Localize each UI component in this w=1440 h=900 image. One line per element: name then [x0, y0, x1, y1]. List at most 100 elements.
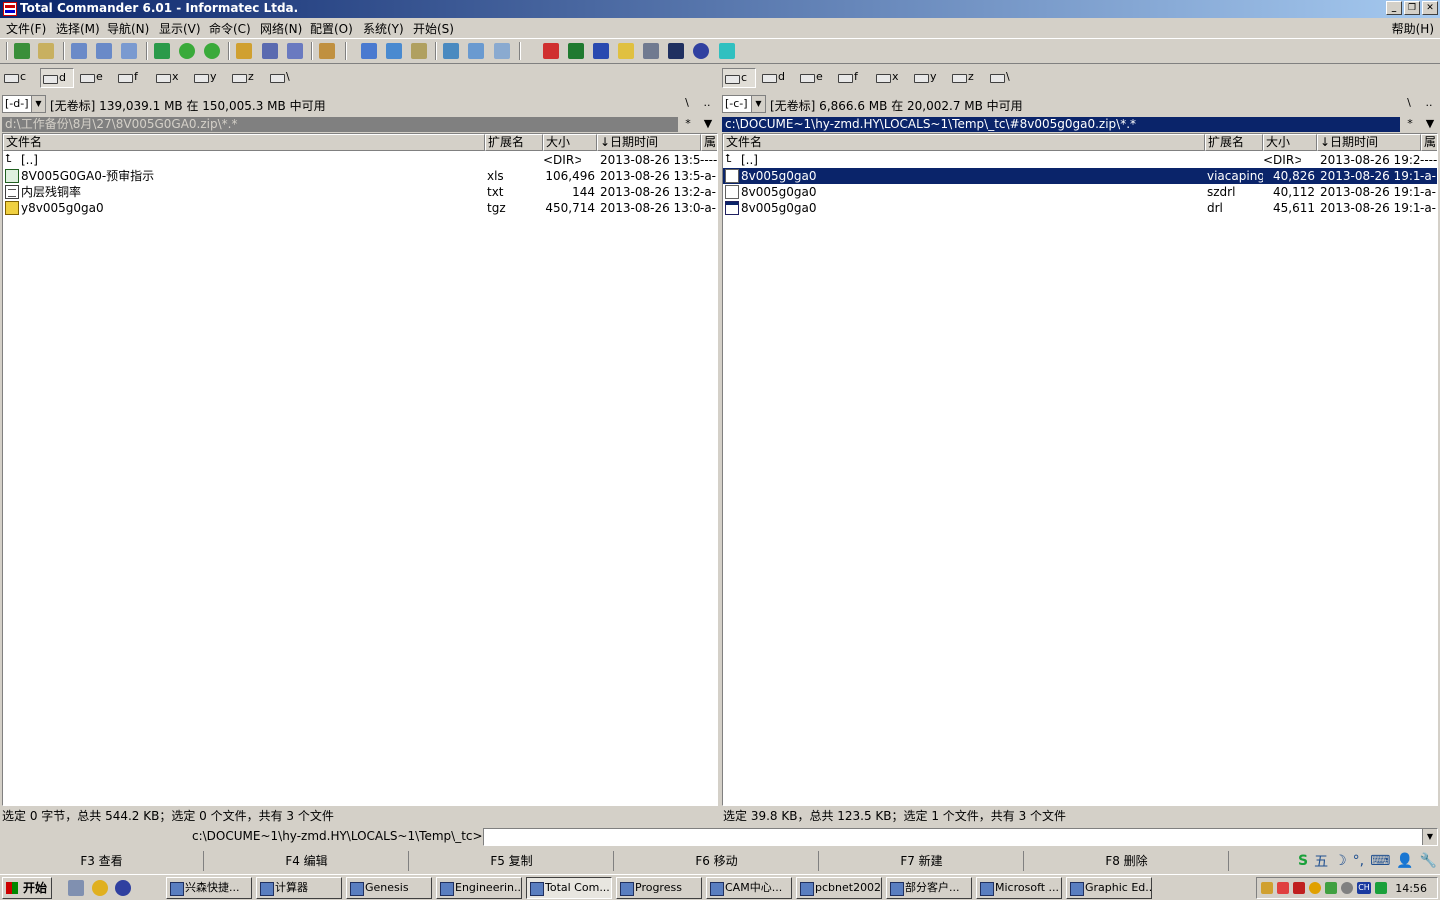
disk-icon[interactable]: [38, 43, 54, 59]
show-desktop-icon[interactable]: [68, 880, 84, 896]
genesis-icon[interactable]: [693, 43, 709, 59]
f7-new-folder-button[interactable]: F7 新建: [820, 851, 1024, 871]
menu-start[interactable]: 开始(S): [413, 20, 454, 37]
calculator-icon[interactable]: [643, 43, 659, 59]
notepad-icon[interactable]: [494, 43, 510, 59]
right-drive-network[interactable]: \: [988, 68, 1022, 88]
folder-icon[interactable]: [618, 43, 634, 59]
menu-system[interactable]: 系统(Y): [363, 20, 404, 37]
f8-delete-button[interactable]: F8 删除: [1025, 851, 1229, 871]
excel-icon[interactable]: [568, 43, 584, 59]
right-history-button[interactable]: ▼: [1420, 117, 1440, 132]
menu-select[interactable]: 选择(M): [56, 20, 100, 37]
refresh-icon[interactable]: [14, 43, 30, 59]
right-col-date-header[interactable]: ↓日期时间: [1317, 134, 1421, 151]
right-filter-star-button[interactable]: *: [1400, 117, 1420, 132]
network-icon[interactable]: [361, 43, 377, 59]
start-button[interactable]: 开始: [2, 877, 52, 899]
f5-copy-button[interactable]: F5 复制: [410, 851, 614, 871]
ime-moon-icon[interactable]: ☽: [1334, 853, 1347, 869]
left-path-bar[interactable]: d:\工作备份\8月\27\8V005G0GA0.zip\*.*: [2, 117, 678, 132]
right-col-attr-header[interactable]: 属: [1421, 134, 1437, 151]
task-engineering[interactable]: Engineerin...: [436, 877, 522, 899]
left-drive-select[interactable]: [-d-] ▼: [2, 95, 46, 113]
left-drive-y[interactable]: y: [192, 68, 226, 88]
left-drive-z[interactable]: z: [230, 68, 264, 88]
close-button[interactable]: ✕: [1422, 1, 1438, 15]
menu-file[interactable]: 文件(F): [6, 20, 46, 37]
clock-app-icon[interactable]: [92, 880, 108, 896]
right-drive-y[interactable]: y: [912, 68, 946, 88]
left-col-size-header[interactable]: 大小: [543, 134, 597, 151]
taskbar-clock[interactable]: 14:56: [1395, 882, 1427, 895]
task-graphic-editor[interactable]: Graphic Ed...: [1066, 877, 1152, 899]
right-drive-d[interactable]: d: [760, 68, 794, 88]
task-pcbnet2002[interactable]: pcbnet2002: [796, 877, 882, 899]
unpack-icon[interactable]: [262, 43, 278, 59]
left-col-date-header[interactable]: ↓日期时间: [597, 134, 701, 151]
menu-help[interactable]: 帮助(H): [1392, 20, 1434, 37]
compare-icon[interactable]: [411, 43, 427, 59]
right-drive-select[interactable]: [-c-] ▼: [722, 95, 766, 113]
left-drive-c[interactable]: c: [2, 68, 36, 88]
pack-icon[interactable]: [236, 43, 252, 59]
tray-clock-icon[interactable]: [1341, 882, 1353, 894]
ime-settings-icon[interactable]: 🔧: [1420, 853, 1437, 869]
command-line-input[interactable]: ▼: [483, 828, 1438, 846]
menu-navigate[interactable]: 导航(N): [107, 20, 149, 37]
ime-punctuation-icon[interactable]: °,: [1353, 853, 1364, 869]
task-xingsen[interactable]: 兴森快捷...: [166, 877, 252, 899]
back-icon[interactable]: [179, 43, 195, 59]
right-drive-e[interactable]: e: [798, 68, 832, 88]
full-view-icon[interactable]: [96, 43, 112, 59]
menu-commands[interactable]: 命令(C): [209, 20, 251, 37]
left-drive-f[interactable]: f: [116, 68, 150, 88]
find-icon[interactable]: [287, 43, 303, 59]
right-root-button[interactable]: \: [1400, 95, 1418, 113]
chevron-down-icon[interactable]: ▼: [1422, 829, 1437, 845]
task-customer-word[interactable]: 部分客户...: [886, 877, 972, 899]
multi-rename-icon[interactable]: [319, 43, 335, 59]
f4-edit-button[interactable]: F4 编辑: [205, 851, 409, 871]
right-drive-c[interactable]: c: [722, 68, 756, 88]
left-parent-button[interactable]: ..: [698, 95, 716, 113]
left-col-name-header[interactable]: 文件名: [3, 134, 485, 151]
right-file-panel[interactable]: 文件名 扩展名 大小 ↓日期时间 属 [..] <DIR> 2013-08-26…: [722, 133, 1438, 806]
ime-user-icon[interactable]: 👤: [1396, 853, 1413, 869]
tray-acrobat-icon[interactable]: [1277, 882, 1289, 894]
right-drive-f[interactable]: f: [836, 68, 870, 88]
tray-close-x-icon[interactable]: [1293, 882, 1305, 894]
restore-button[interactable]: ❐: [1404, 1, 1420, 15]
left-drive-e[interactable]: e: [78, 68, 112, 88]
right-col-name-header[interactable]: 文件名: [723, 134, 1205, 151]
minimize-button[interactable]: _: [1386, 1, 1402, 15]
left-drive-d[interactable]: d: [40, 68, 74, 88]
task-progress[interactable]: Progress: [616, 877, 702, 899]
right-col-size-header[interactable]: 大小: [1263, 134, 1317, 151]
task-genesis[interactable]: Genesis: [346, 877, 432, 899]
right-drive-z[interactable]: z: [950, 68, 984, 88]
right-parent-button[interactable]: ..: [1420, 95, 1438, 113]
left-drive-x[interactable]: x: [154, 68, 188, 88]
right-drive-x[interactable]: x: [874, 68, 908, 88]
left-drive-network[interactable]: \: [268, 68, 302, 88]
menu-network[interactable]: 网络(N): [260, 20, 302, 37]
tray-ime-icon[interactable]: [1375, 882, 1387, 894]
table-row[interactable]: y8v005g0ga0 tgz 450,714 2013-08-26 13:03…: [3, 200, 717, 216]
menu-view[interactable]: 显示(V): [159, 20, 201, 37]
left-filter-star-button[interactable]: *: [678, 117, 698, 132]
f3-view-button[interactable]: F3 查看: [0, 851, 204, 871]
task-calculator[interactable]: 计算器: [256, 877, 342, 899]
ime-logo-icon[interactable]: S: [1298, 853, 1308, 869]
right-path-bar[interactable]: c:\DOCUME~1\hy-zmd.HY\LOCALS~1\Temp\_tc\…: [722, 117, 1400, 132]
left-col-ext-header[interactable]: 扩展名: [485, 134, 543, 151]
left-col-attr-header[interactable]: 属: [701, 134, 717, 151]
edit-icon[interactable]: [468, 43, 484, 59]
table-row[interactable]: [..] <DIR> 2013-08-26 19:24 ----: [723, 151, 1437, 168]
left-history-button[interactable]: ▼: [698, 117, 718, 132]
left-root-button[interactable]: \: [678, 95, 696, 113]
table-row[interactable]: 8v005g0ga0 drl 45,611 2013-08-26 19:14 -…: [723, 200, 1437, 216]
task-cam-center[interactable]: CAM中心...: [706, 877, 792, 899]
brief-view-icon[interactable]: [71, 43, 87, 59]
task-microsoft-excel[interactable]: Microsoft ...: [976, 877, 1062, 899]
